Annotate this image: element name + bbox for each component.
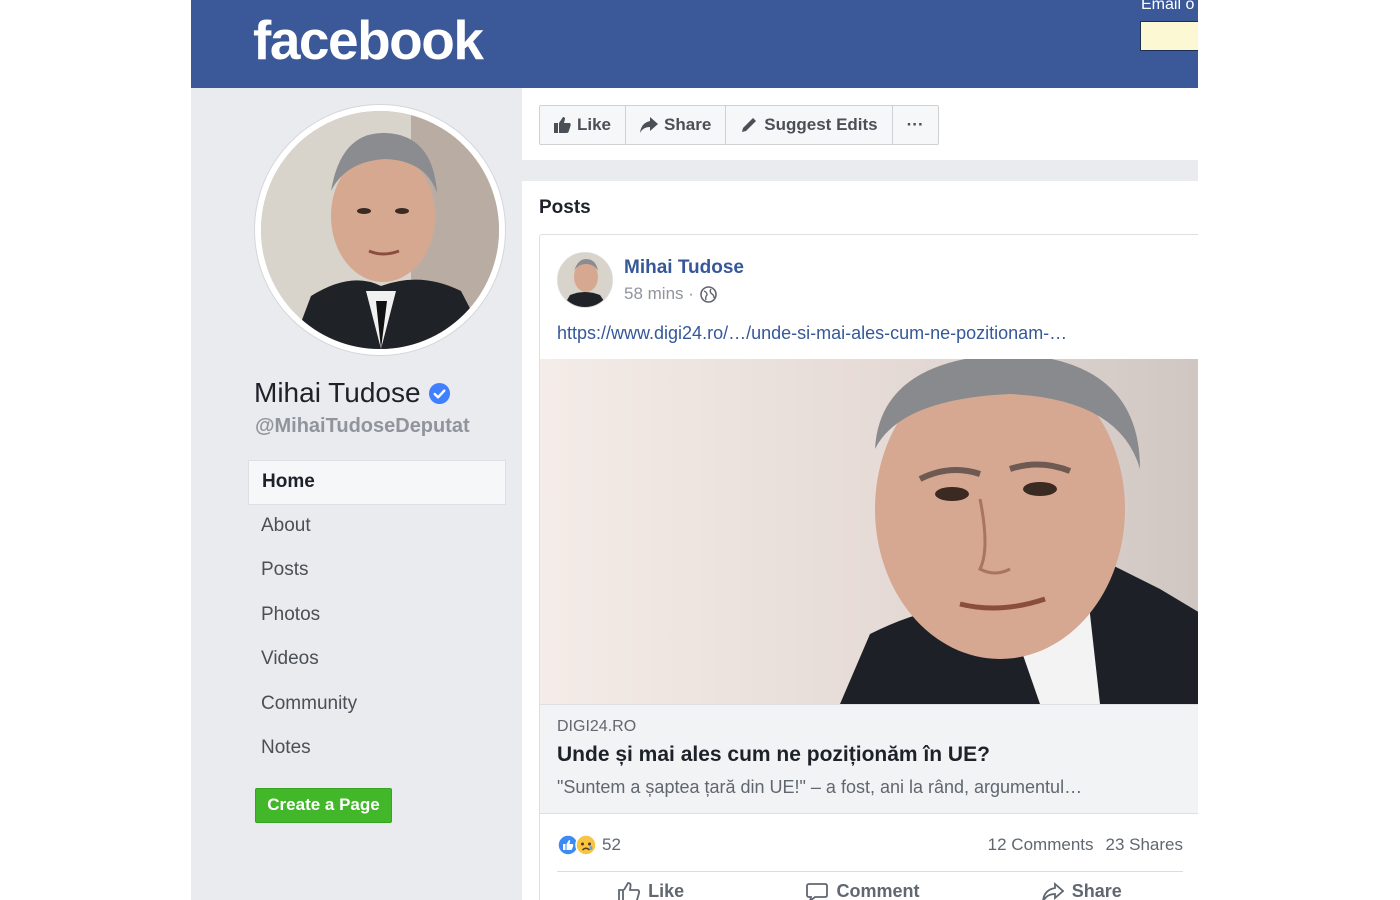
link-preview-title: Unde și mai ales cum ne poziționăm în UE… [557,743,990,766]
reaction-count: 52 [602,835,621,854]
nav-item-posts[interactable]: Posts [248,549,506,594]
nav-item-home[interactable]: Home [248,460,506,505]
post-author-name[interactable]: Mihai Tudose [624,257,744,279]
comments-count[interactable]: 12 Comments [988,835,1094,855]
page-name[interactable]: Mihai Tudose [254,377,421,409]
page-name-row: Mihai Tudose [254,377,451,409]
sad-reaction-icon [575,834,597,856]
page-handle[interactable]: @MihaiTudoseDeputat [255,415,470,438]
posts-section: Posts Mihai Tudose 58 mins · https://www… [522,181,1198,900]
post-share-label: Share [1071,881,1122,900]
link-preview-domain: DIGI24.RO [557,718,637,735]
post-like-label: Like [648,881,685,900]
nav-item-community[interactable]: Community [248,683,506,728]
share-page-button[interactable]: Share [626,106,727,144]
share-outline-icon [1041,881,1064,900]
email-label: Email o [1141,0,1195,13]
top-bar: facebook Email o [191,0,1198,88]
page-action-bar: Like Share Suggest Edits ··· [539,105,939,145]
post-actions-divider [557,871,1183,872]
email-input[interactable] [1140,21,1198,51]
more-options-button[interactable]: ··· [893,106,938,144]
post-link[interactable]: https://www.digi24.ro/…/unde-si-mai-ales… [557,323,1067,344]
shares-count[interactable]: 23 Shares [1106,835,1184,855]
post-card: Mihai Tudose 58 mins · https://www.digi2… [539,234,1198,900]
like-page-label: Like [577,115,612,134]
link-preview[interactable]: DIGI24.RO Unde și mai ales cum ne poziți… [540,704,1198,814]
profile-picture-frame[interactable] [255,105,505,355]
post-action-buttons: Like Comment Share [557,881,1183,900]
post-link-image[interactable] [540,359,1198,704]
nav-item-notes[interactable]: Notes [248,727,506,772]
post-comment-button[interactable]: Comment [806,881,919,900]
like-page-button[interactable]: Like [540,106,627,144]
verified-badge-icon [428,382,450,404]
globe-icon[interactable] [700,285,717,303]
facebook-page-frame: facebook Email o Mihai Tudose @MihaiTudo… [191,0,1198,900]
page-nav: Home About Posts Photos Videos Community… [248,460,506,772]
post-comment-label: Comment [836,881,920,900]
share-page-label: Share [664,115,712,134]
nav-item-videos[interactable]: Videos [248,638,506,683]
link-preview-description: "Suntem a șaptea țară din UE!" – a fost,… [557,777,1083,797]
post-author-avatar[interactable] [557,252,613,308]
create-page-button[interactable]: Create a Page [255,788,392,823]
share-arrow-icon [640,117,659,133]
pencil-icon [742,118,757,132]
more-options-icon: ··· [906,115,924,134]
post-timestamp[interactable]: 58 mins · [624,284,694,304]
suggest-edits-button[interactable]: Suggest Edits [726,106,893,144]
post-meta: 58 mins · [624,284,717,304]
profile-picture [261,111,499,349]
comment-icon [806,882,829,900]
facebook-logo[interactable]: facebook [253,8,484,72]
suggest-edits-label: Suggest Edits [764,115,878,134]
nav-item-about[interactable]: About [248,505,506,550]
reactions-summary[interactable]: 52 [557,834,621,856]
comment-share-counts: 12 Comments 23 Shares [988,835,1183,855]
post-engagement-counts: 52 12 Comments 23 Shares [557,832,1183,858]
post-like-button[interactable]: Like [618,881,684,900]
nav-item-photos[interactable]: Photos [248,594,506,639]
thumbs-up-icon [554,117,571,133]
left-column: Mihai Tudose @MihaiTudoseDeputat Home Ab… [191,88,521,900]
posts-heading: Posts [539,197,591,218]
post-share-button[interactable]: Share [1041,881,1122,900]
thumbs-up-outline-icon [618,881,641,900]
